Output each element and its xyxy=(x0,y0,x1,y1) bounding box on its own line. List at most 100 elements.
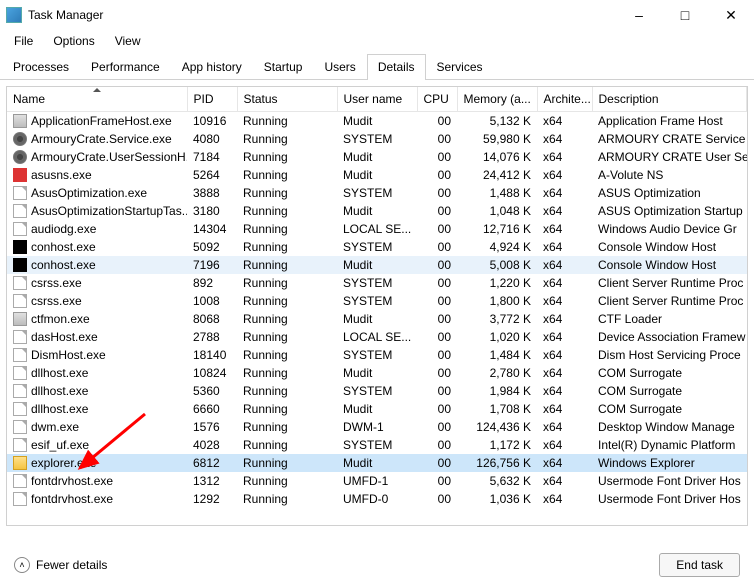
table-row[interactable]: dasHost.exe2788RunningLOCAL SE...001,020… xyxy=(7,328,747,346)
cell-desc: A-Volute NS xyxy=(592,166,747,184)
table-row[interactable]: AsusOptimization.exe3888RunningSYSTEM001… xyxy=(7,184,747,202)
end-task-button[interactable]: End task xyxy=(659,553,740,577)
cell-name: csrss.exe xyxy=(7,292,187,310)
cell-status: Running xyxy=(237,202,337,220)
tab-startup[interactable]: Startup xyxy=(253,54,314,80)
cell-name: fontdrvhost.exe xyxy=(7,472,187,490)
cell-pid: 892 xyxy=(187,274,237,292)
table-row[interactable]: explorer.exe6812RunningMudit00126,756 Kx… xyxy=(7,454,747,472)
table-row[interactable]: ArmouryCrate.UserSessionH...7184RunningM… xyxy=(7,148,747,166)
table-row[interactable]: ApplicationFrameHost.exe10916RunningMudi… xyxy=(7,112,747,131)
cell-status: Running xyxy=(237,400,337,418)
cell-user: SYSTEM xyxy=(337,238,417,256)
cell-name: conhost.exe xyxy=(7,256,187,274)
table-row[interactable]: dllhost.exe10824RunningMudit002,780 Kx64… xyxy=(7,364,747,382)
cell-name: explorer.exe xyxy=(7,454,187,472)
process-icon xyxy=(13,168,27,182)
close-button[interactable]: ✕ xyxy=(708,0,754,30)
cell-pid: 7196 xyxy=(187,256,237,274)
cell-pid: 5360 xyxy=(187,382,237,400)
menu-view[interactable]: View xyxy=(105,32,151,50)
cell-user: Mudit xyxy=(337,112,417,131)
table-row[interactable]: fontdrvhost.exe1292RunningUMFD-0001,036 … xyxy=(7,490,747,508)
tab-details[interactable]: Details xyxy=(367,54,426,80)
table-row[interactable]: dwm.exe1576RunningDWM-100124,436 Kx64Des… xyxy=(7,418,747,436)
process-icon xyxy=(13,456,27,470)
cell-desc: COM Surrogate xyxy=(592,400,747,418)
maximize-button[interactable]: □ xyxy=(662,0,708,30)
process-name: csrss.exe xyxy=(31,276,82,290)
cell-mem: 5,008 K xyxy=(457,256,537,274)
col-desc[interactable]: Description xyxy=(592,87,747,112)
cell-user: UMFD-0 xyxy=(337,490,417,508)
tab-performance[interactable]: Performance xyxy=(80,54,171,80)
process-icon xyxy=(13,384,27,398)
table-row[interactable]: fontdrvhost.exe1312RunningUMFD-1005,632 … xyxy=(7,472,747,490)
tab-app-history[interactable]: App history xyxy=(171,54,253,80)
cell-mem: 59,980 K xyxy=(457,130,537,148)
cell-cpu: 00 xyxy=(417,220,457,238)
menu-file[interactable]: File xyxy=(4,32,43,50)
col-arch[interactable]: Archite... xyxy=(537,87,592,112)
tab-users[interactable]: Users xyxy=(313,54,366,80)
table-row[interactable]: dllhost.exe6660RunningMudit001,708 Kx64C… xyxy=(7,400,747,418)
cell-mem: 1,484 K xyxy=(457,346,537,364)
cell-mem: 5,632 K xyxy=(457,472,537,490)
process-name: audiodg.exe xyxy=(31,222,96,236)
process-list: Name PID Status User name CPU Memory (a.… xyxy=(6,86,748,526)
cell-status: Running xyxy=(237,292,337,310)
cell-cpu: 00 xyxy=(417,454,457,472)
col-name[interactable]: Name xyxy=(7,87,187,112)
cell-status: Running xyxy=(237,238,337,256)
cell-status: Running xyxy=(237,346,337,364)
table-row[interactable]: csrss.exe892RunningSYSTEM001,220 Kx64Cli… xyxy=(7,274,747,292)
cell-arch: x64 xyxy=(537,310,592,328)
cell-arch: x64 xyxy=(537,166,592,184)
fewer-details-toggle[interactable]: ˄ Fewer details xyxy=(14,557,107,573)
table-row[interactable]: esif_uf.exe4028RunningSYSTEM001,172 Kx64… xyxy=(7,436,747,454)
process-name: fontdrvhost.exe xyxy=(31,492,113,506)
table-row[interactable]: DismHost.exe18140RunningSYSTEM001,484 Kx… xyxy=(7,346,747,364)
cell-arch: x64 xyxy=(537,292,592,310)
process-icon xyxy=(13,438,27,452)
table-row[interactable]: ctfmon.exe8068RunningMudit003,772 Kx64CT… xyxy=(7,310,747,328)
process-icon xyxy=(13,204,27,218)
cell-arch: x64 xyxy=(537,274,592,292)
table-row[interactable]: ArmouryCrate.Service.exe4080RunningSYSTE… xyxy=(7,130,747,148)
cell-user: Mudit xyxy=(337,310,417,328)
table-row[interactable]: asusns.exe5264RunningMudit0024,412 Kx64A… xyxy=(7,166,747,184)
cell-name: fontdrvhost.exe xyxy=(7,490,187,508)
cell-status: Running xyxy=(237,310,337,328)
process-icon xyxy=(13,240,27,254)
cell-arch: x64 xyxy=(537,238,592,256)
process-icon xyxy=(13,114,27,128)
cell-arch: x64 xyxy=(537,202,592,220)
cell-name: dasHost.exe xyxy=(7,328,187,346)
table-row[interactable]: conhost.exe5092RunningSYSTEM004,924 Kx64… xyxy=(7,238,747,256)
col-user[interactable]: User name xyxy=(337,87,417,112)
table-row[interactable]: conhost.exe7196RunningMudit005,008 Kx64C… xyxy=(7,256,747,274)
table-row[interactable]: audiodg.exe14304RunningLOCAL SE...0012,7… xyxy=(7,220,747,238)
menu-options[interactable]: Options xyxy=(43,32,104,50)
minimize-button[interactable]: – xyxy=(616,0,662,30)
cell-arch: x64 xyxy=(537,382,592,400)
tab-processes[interactable]: Processes xyxy=(2,54,80,80)
table-row[interactable]: dllhost.exe5360RunningSYSTEM001,984 Kx64… xyxy=(7,382,747,400)
cell-status: Running xyxy=(237,166,337,184)
process-icon xyxy=(13,330,27,344)
cell-pid: 1008 xyxy=(187,292,237,310)
cell-status: Running xyxy=(237,454,337,472)
cell-status: Running xyxy=(237,148,337,166)
cell-name: ApplicationFrameHost.exe xyxy=(7,112,187,131)
cell-desc: COM Surrogate xyxy=(592,364,747,382)
col-memory[interactable]: Memory (a... xyxy=(457,87,537,112)
tab-services[interactable]: Services xyxy=(426,54,494,80)
table-row[interactable]: AsusOptimizationStartupTas...3180Running… xyxy=(7,202,747,220)
col-cpu[interactable]: CPU xyxy=(417,87,457,112)
col-status[interactable]: Status xyxy=(237,87,337,112)
col-pid[interactable]: PID xyxy=(187,87,237,112)
table-row[interactable]: csrss.exe1008RunningSYSTEM001,800 Kx64Cl… xyxy=(7,292,747,310)
process-icon xyxy=(13,420,27,434)
process-name: csrss.exe xyxy=(31,294,82,308)
cell-desc: Console Window Host xyxy=(592,256,747,274)
